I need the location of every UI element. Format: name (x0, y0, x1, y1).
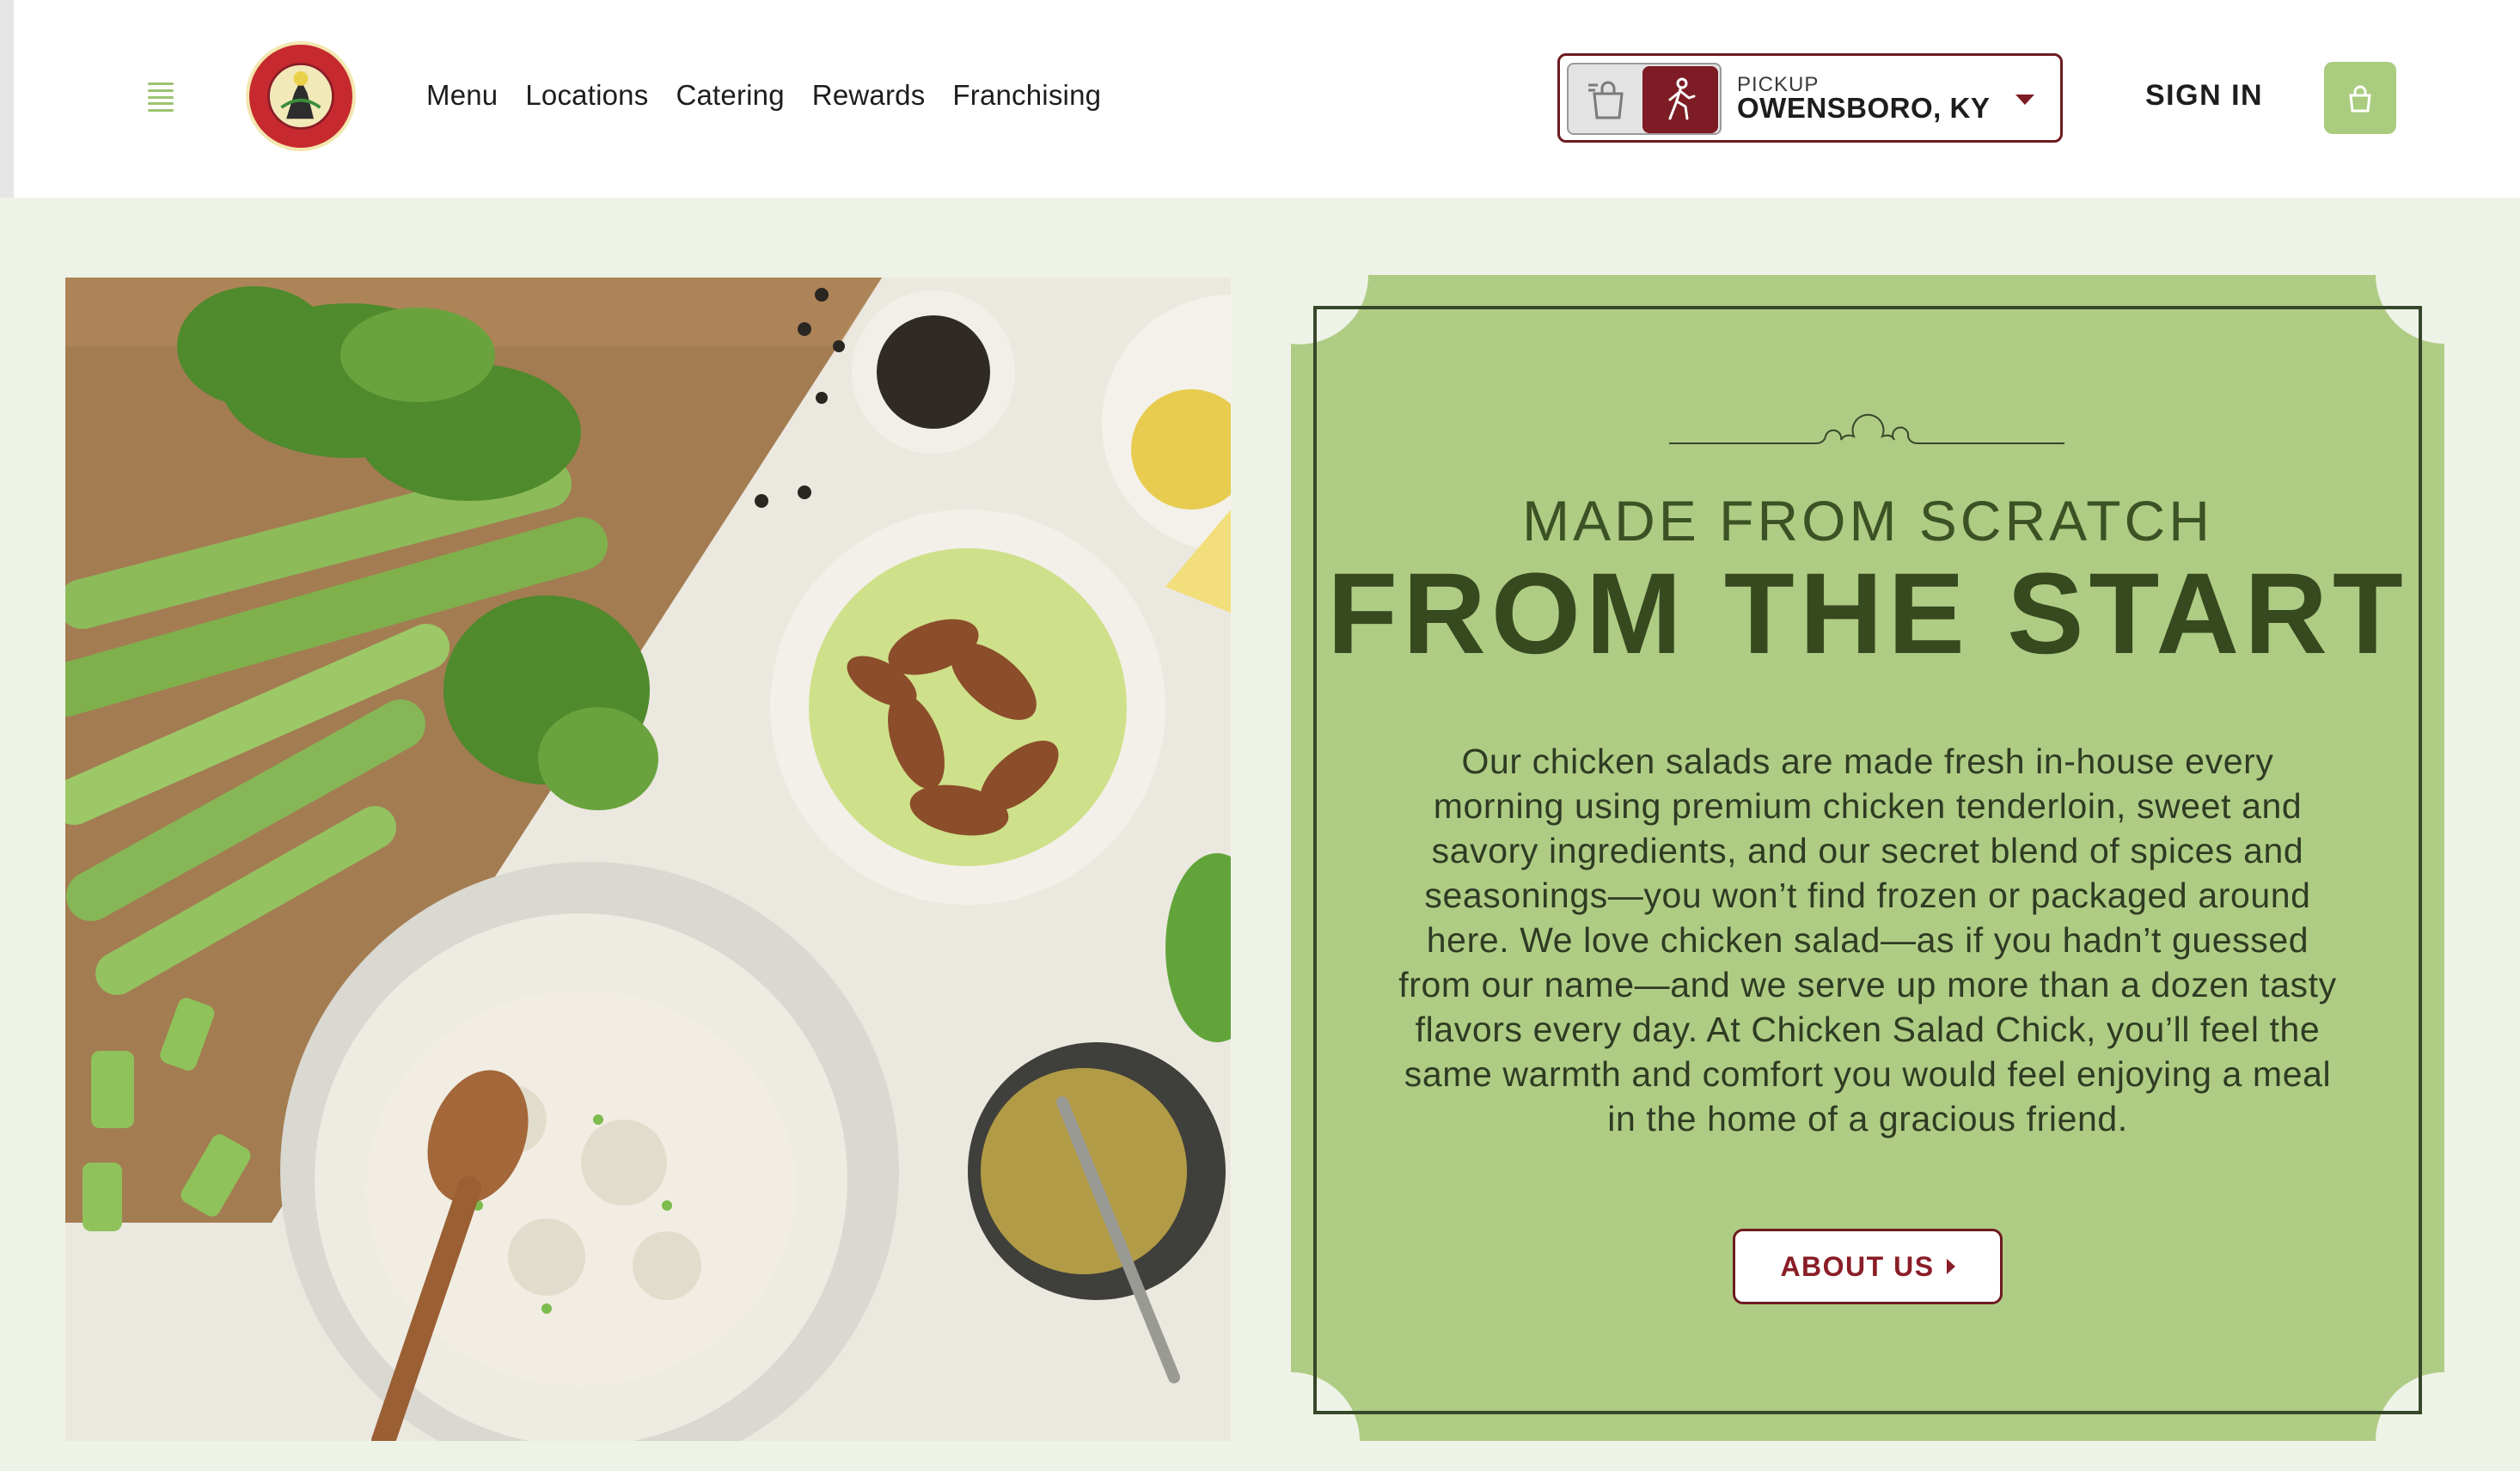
walking-person-icon[interactable] (1642, 66, 1718, 133)
nav-menu[interactable]: Menu (426, 79, 498, 112)
order-mode-toggle[interactable] (1567, 63, 1722, 135)
selected-location: OWENSBORO, KY (1737, 92, 1991, 124)
hero-food-photo (65, 278, 1231, 1441)
about-card: MADE FROM SCRATCH FROM THE START Our chi… (1291, 275, 2444, 1441)
section-kicker: MADE FROM SCRATCH (1522, 489, 2213, 552)
main-nav: Menu Locations Catering Rewards Franchis… (426, 79, 1128, 112)
nav-catering[interactable]: Catering (676, 79, 784, 112)
menu-icon[interactable] (148, 82, 174, 112)
decorative-flourish-icon (1669, 413, 2064, 444)
sign-in-link[interactable]: SIGN IN (2145, 79, 2263, 113)
about-us-button[interactable]: ABOUT US (1733, 1229, 2003, 1304)
nav-rewards[interactable]: Rewards (812, 79, 926, 112)
nav-locations[interactable]: Locations (525, 79, 648, 112)
lock-bag-icon (2349, 85, 2371, 113)
section-body: Our chicken salads are made fresh in-hou… (1398, 742, 2337, 1138)
nav-franchising[interactable]: Franchising (952, 79, 1101, 112)
bag-icon[interactable] (1575, 71, 1641, 128)
chevron-down-icon[interactable] (2015, 95, 2034, 105)
section-headline: FROM THE START (1327, 550, 2408, 678)
order-location-selector[interactable]: PICKUP OWENSBORO, KY (1557, 53, 2063, 143)
brand-logo[interactable] (246, 41, 356, 151)
chevron-right-icon (1946, 1259, 1955, 1274)
cart-button[interactable] (2324, 62, 2396, 134)
site-header: Menu Locations Catering Rewards Franchis… (0, 0, 2520, 198)
about-us-label: ABOUT US (1780, 1250, 1935, 1282)
